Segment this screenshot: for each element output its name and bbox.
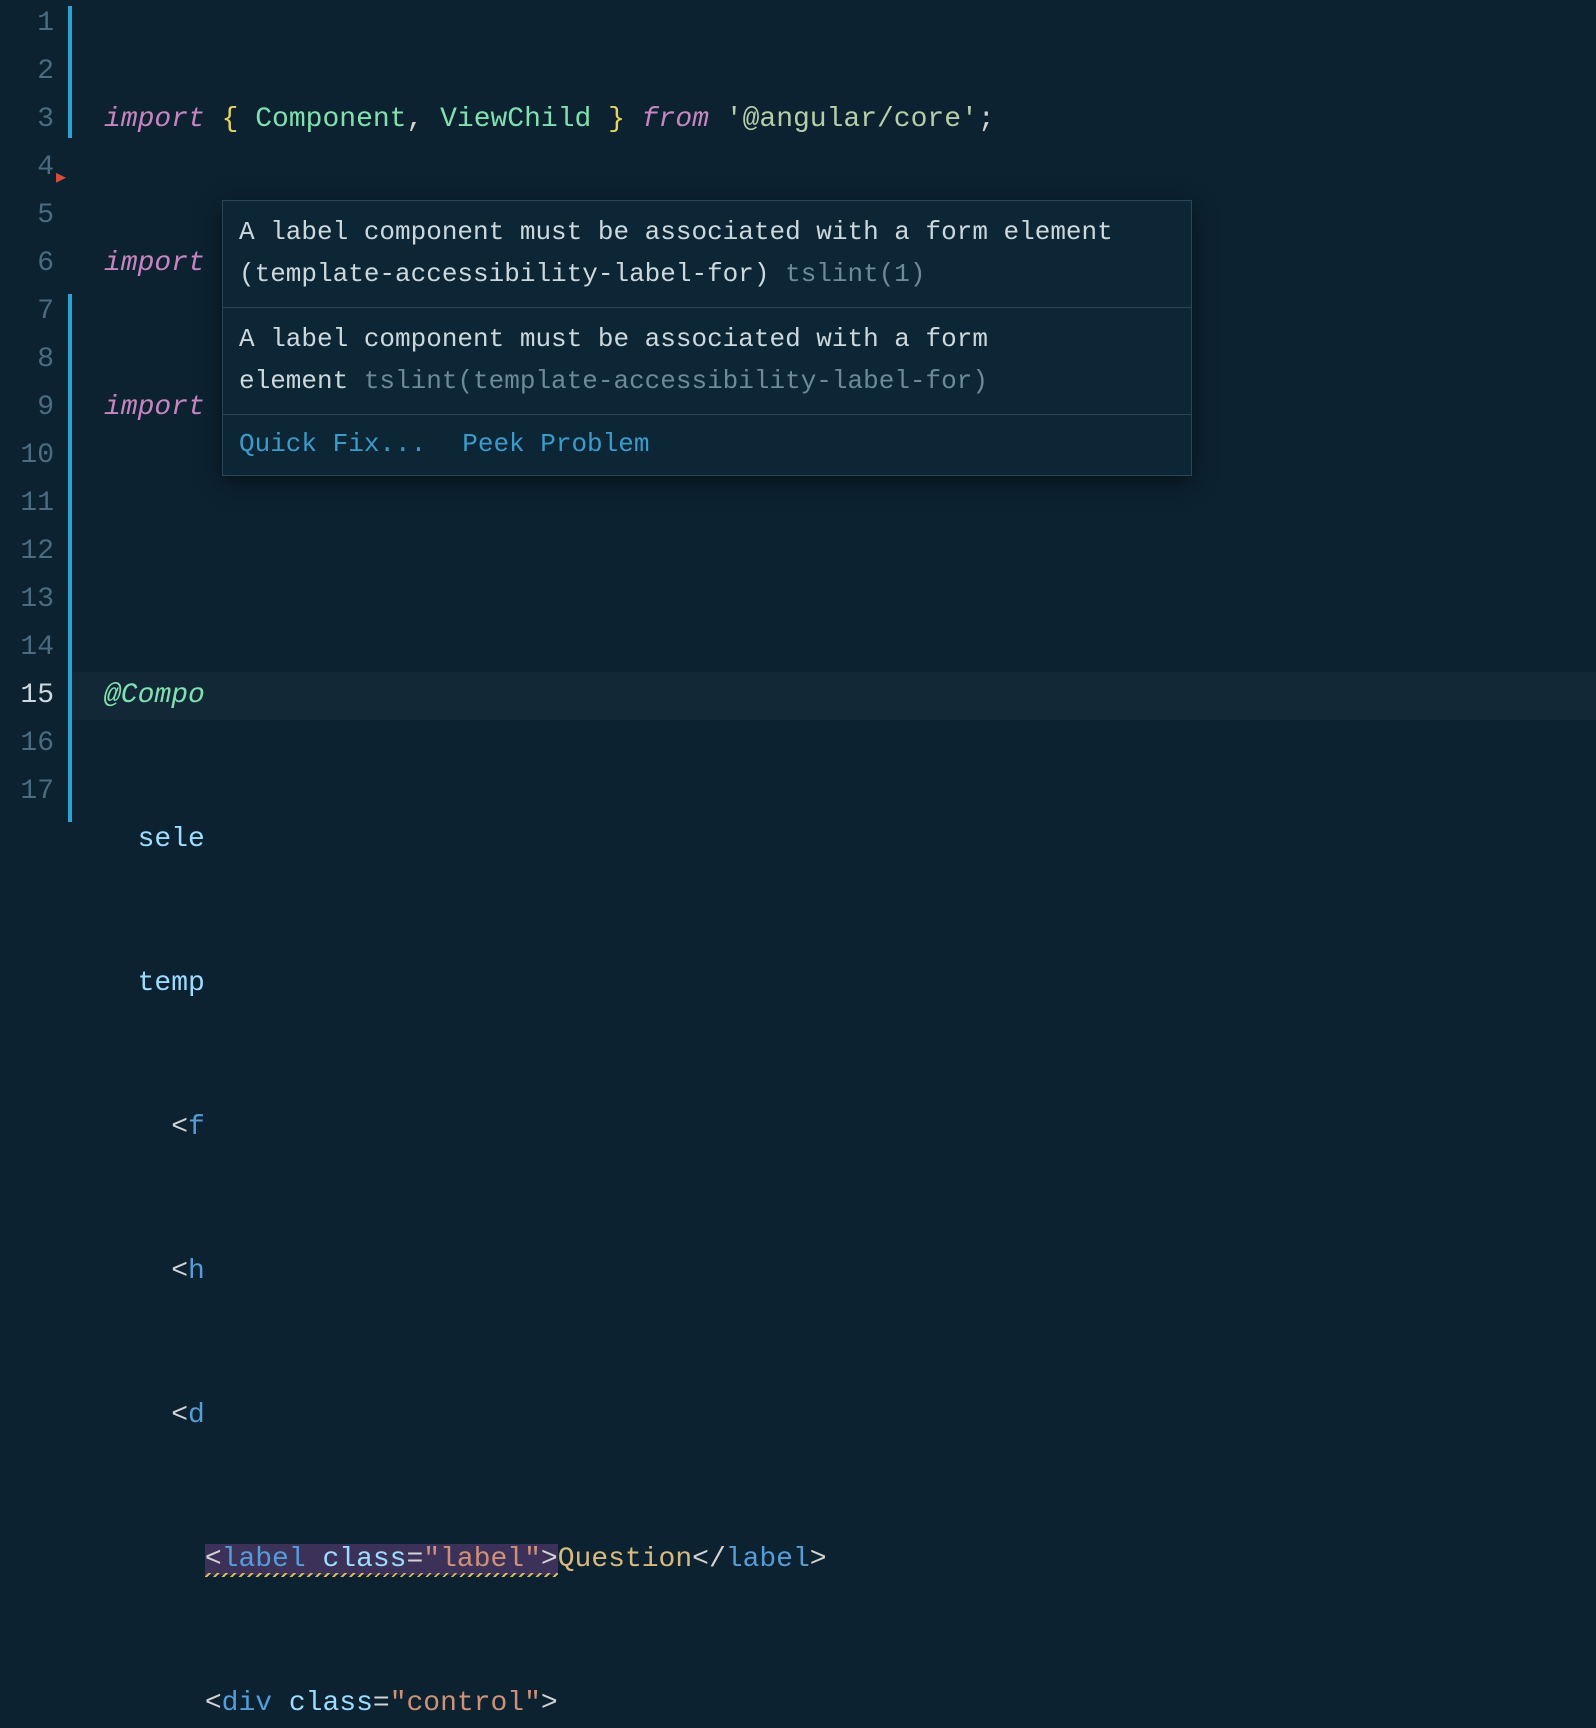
hover-text: (template-accessibility-label-for) bbox=[239, 259, 785, 289]
line-number: 13 bbox=[0, 576, 54, 624]
code-editor[interactable]: 1 2 3 4 5 6 7 8 9 10 11 12 13 14 15 16 1… bbox=[0, 0, 1596, 864]
line-number: 8 bbox=[0, 336, 54, 384]
hover-text: element bbox=[239, 366, 364, 396]
code-line: <label class="label">Question</label> bbox=[104, 1536, 1596, 1584]
code-line: import { Component, ViewChild } from '@a… bbox=[104, 96, 1596, 144]
line-number: 17 bbox=[0, 768, 54, 816]
line-number: 4 bbox=[0, 144, 54, 192]
line-number: 14 bbox=[0, 624, 54, 672]
hover-text: A label component must be associated wit… bbox=[239, 324, 988, 354]
line-number: 7 bbox=[0, 288, 54, 336]
line-number: 10 bbox=[0, 432, 54, 480]
hover-message: A label component must be associated wit… bbox=[223, 307, 1191, 414]
hover-text: A label component must be associated wit… bbox=[239, 217, 1113, 247]
lint-warning-span[interactable]: <label class="label"> bbox=[205, 1544, 558, 1575]
code-line: <div class="control"> bbox=[104, 1680, 1596, 1728]
hover-source: tslint(template-accessibility-label-for) bbox=[364, 366, 988, 396]
line-number-gutter: 1 2 3 4 5 6 7 8 9 10 11 12 13 14 15 16 1… bbox=[0, 0, 68, 864]
hover-actions: Quick Fix... Peek Problem bbox=[223, 414, 1191, 475]
code-line: <d bbox=[104, 1392, 1596, 1440]
code-line: <h bbox=[104, 1248, 1596, 1296]
hover-message: A label component must be associated wit… bbox=[223, 201, 1191, 307]
code-line: @Compo bbox=[104, 672, 1596, 720]
code-line: temp bbox=[104, 960, 1596, 1008]
line-number: 12 bbox=[0, 528, 54, 576]
code-line: sele bbox=[104, 816, 1596, 864]
peek-problem-link[interactable]: Peek Problem bbox=[462, 423, 649, 465]
line-number: 2 bbox=[0, 48, 54, 96]
quick-fix-link[interactable]: Quick Fix... bbox=[239, 423, 426, 465]
line-number: 16 bbox=[0, 720, 54, 768]
hover-source: tslint(1) bbox=[785, 259, 925, 289]
line-number: 15 bbox=[0, 672, 54, 720]
line-number: 3 bbox=[0, 96, 54, 144]
code-line bbox=[104, 528, 1596, 576]
line-number: 1 bbox=[0, 0, 54, 48]
line-number: 5 bbox=[0, 192, 54, 240]
code-line: <f bbox=[104, 1104, 1596, 1152]
fold-marker-icon[interactable]: ▸ bbox=[56, 155, 66, 203]
line-number: 6 bbox=[0, 240, 54, 288]
line-number: 9 bbox=[0, 384, 54, 432]
line-number: 11 bbox=[0, 480, 54, 528]
problem-hover-widget: A label component must be associated wit… bbox=[222, 200, 1192, 476]
